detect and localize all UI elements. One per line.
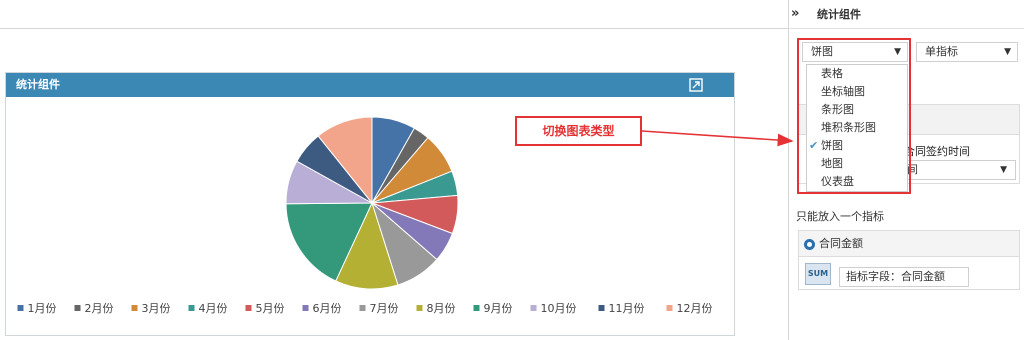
measure-field[interactable]: 指标字段：合同金额 (839, 267, 969, 287)
legend-swatch (416, 305, 423, 311)
canvas-area: 统计组件 1月份 2月份 3月份 4月份 5月份 6月份 7月份 8月份 9月份 10月份 11月份… (0, 0, 788, 340)
indicator-mode-select[interactable]: 单指标 ▼ (916, 42, 1018, 62)
legend-label[interactable]: 12月份 (677, 302, 713, 315)
highlight-frame (797, 38, 911, 194)
legend-swatch (473, 305, 480, 311)
legend-swatch (245, 305, 252, 311)
top-divider (0, 28, 788, 29)
eye-icon[interactable] (804, 239, 815, 250)
legend-label[interactable]: 5月份 (256, 302, 285, 315)
sum-icon: SUM (805, 263, 831, 285)
legend-swatch (598, 305, 605, 311)
legend-label[interactable]: 10月份 (541, 302, 577, 315)
annotation-label: 切换图表类型 (515, 116, 642, 146)
measure-note: 只能放入一个指标 (796, 210, 884, 223)
collapse-panel-icon[interactable]: » (791, 6, 799, 21)
widget-header: 统计组件 (6, 73, 734, 97)
legend-label[interactable]: 2月份 (85, 302, 114, 315)
widget-title: 统计组件 (16, 78, 60, 91)
legend-swatch (131, 305, 138, 311)
dimension-field-label: 合同签约时间 (904, 145, 970, 158)
measure-head[interactable]: 合同金额 (799, 231, 1019, 257)
legend-swatch (74, 305, 81, 311)
chevron-down-icon: ▼ (1004, 47, 1011, 57)
legend-label[interactable]: 9月份 (484, 302, 513, 315)
panel-divider (789, 28, 1024, 29)
export-icon[interactable] (688, 77, 704, 93)
panel-title: 统计组件 (817, 8, 861, 21)
legend-label[interactable]: 4月份 (199, 302, 228, 315)
legend-swatch (666, 305, 673, 311)
chevron-down-icon: ▼ (1000, 165, 1007, 175)
legend-label[interactable]: 1月份 (28, 302, 57, 315)
measure-name: 合同金额 (819, 237, 863, 250)
legend-label[interactable]: 11月份 (609, 302, 645, 315)
legend-label[interactable]: 6月份 (313, 302, 342, 315)
indicator-mode-value: 单指标 (925, 45, 958, 58)
legend-swatch (17, 305, 24, 311)
measure-group: 合同金额 SUM 指标字段：合同金额 (798, 230, 1020, 290)
legend-swatch (188, 305, 195, 311)
stat-widget[interactable]: 统计组件 1月份 2月份 3月份 4月份 5月份 6月份 7月份 8月份 9月份 10月份 11月份… (5, 72, 735, 336)
legend-label[interactable]: 8月份 (427, 302, 456, 315)
legend-swatch (302, 305, 309, 311)
legend-label[interactable]: 7月份 (370, 302, 399, 315)
legend-swatch (359, 305, 366, 311)
dimension-select[interactable]: 间 ▼ (900, 160, 1016, 180)
legend-swatch (530, 305, 537, 311)
legend-label[interactable]: 3月份 (142, 302, 171, 315)
